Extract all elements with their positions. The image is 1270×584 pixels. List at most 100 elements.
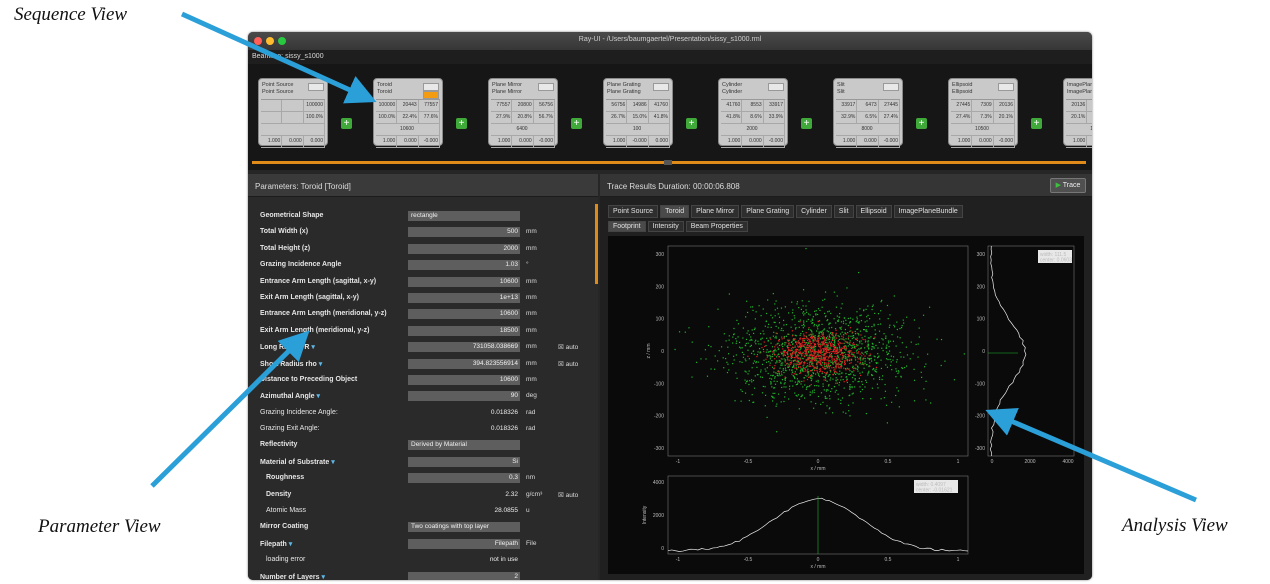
add-element-button[interactable]: + [1031,118,1042,129]
bottom-y-axis-label: Intensity [642,505,648,524]
scatter-point [852,374,855,376]
element-tab[interactable]: ImagePlaneBundle [893,205,963,218]
scatter-point [825,412,827,414]
scatter-point [772,355,774,358]
sequence-card[interactable]: Cylinder Cylinder 41760 8553 33917 41.8% 8.6% 3… [718,78,788,148]
parameter-row: Grazing Incidence Angle 1.03 ° [248,257,598,273]
add-element-button[interactable]: + [801,118,812,129]
plot-subtab[interactable]: Footprint [608,221,646,232]
element-toggle[interactable] [308,83,324,91]
beamline-tab[interactable]: Beamline: sissy_s1000 [252,53,324,60]
parameter-value[interactable]: 500 [408,227,520,238]
scatter-point [763,351,765,353]
element-tab[interactable]: Plane Grating [741,205,795,218]
add-element-button[interactable]: + [916,118,927,129]
scatter-point [726,371,729,374]
parameter-value[interactable]: 394.823556914 [408,358,520,369]
scatter-point [874,312,876,315]
auto-checkbox[interactable]: ☒ auto [558,343,578,351]
scatter-point [903,322,905,324]
scatter-point [746,300,748,302]
sequence-card[interactable]: Toroid Toroid 100000 20443 77557 100.0% 22.4% 7… [373,78,443,148]
parameter-value[interactable]: 10600 [408,374,520,385]
sequence-card[interactable]: Point Source Point Source 100000 100.0% 1.00… [258,78,328,148]
plot-subtab[interactable]: Intensity [647,221,684,232]
info-icon[interactable]: ▾ [320,574,325,580]
parameter-value[interactable]: 1e+13 [408,292,520,303]
info-icon[interactable]: ▾ [329,459,335,466]
element-toggle[interactable] [883,83,899,91]
add-element-button[interactable]: + [341,118,352,129]
sequence-card[interactable]: Plane Mirror Plane Mirror 77557 20800 56756 2… [488,78,558,148]
scatter-point [913,400,916,402]
splitter-handle[interactable] [664,160,672,165]
parameter-value[interactable]: 2000 [408,243,520,254]
element-tab[interactable]: Plane Mirror [691,205,740,218]
parameter-value[interactable]: 18500 [408,325,520,336]
add-element-button[interactable]: + [571,118,582,129]
stat-cell: 0.000 [304,136,325,147]
auto-checkbox[interactable]: ☒ auto [558,491,578,499]
element-toggle[interactable] [653,83,669,91]
scatter-point [798,349,800,351]
parameter-value[interactable]: 90 [408,391,520,402]
scatter-point [781,378,784,381]
sequence-card[interactable]: Plane Grating Plane Grating 56756 14986 4176… [603,78,673,148]
parameter-value[interactable]: Derived by Material [408,440,520,451]
scatter-point [841,363,843,365]
plot-subtab[interactable]: Beam Properties [685,221,748,232]
parameter-value[interactable]: Filepath [408,538,520,549]
scatter-point [830,356,832,358]
parameter-value[interactable]: rectangle [408,211,520,221]
scatter-point [833,337,835,339]
element-toggle[interactable] [538,83,554,91]
add-element-button[interactable]: + [456,118,467,129]
parameter-value[interactable]: Si [408,456,520,467]
parameter-scrollbar[interactable] [595,204,598,284]
element-toggle[interactable] [998,83,1014,91]
parameter-value[interactable]: 0.3 [408,473,520,484]
scatter-point [741,347,743,349]
scatter-point [845,345,847,347]
element-tab[interactable]: Toroid [660,205,690,218]
scatter-point [858,321,860,323]
element-toggle[interactable] [423,83,439,91]
element-tab[interactable]: Point Source [608,205,659,218]
element-tab[interactable]: Cylinder [796,205,832,218]
parameter-value[interactable]: 2 [408,571,520,580]
scatter-point [842,355,845,357]
parameter-value[interactable]: 10600 [408,276,520,287]
parameter-unit[interactable]: File [526,540,536,547]
parameter-value[interactable]: 731058.038669 [408,342,520,353]
element-tab[interactable]: Ellipsoid [855,205,892,218]
parameter-value[interactable]: 1.03 [408,260,520,271]
stat-cell [282,100,304,111]
info-icon[interactable]: ▾ [309,344,315,351]
sequence-card[interactable]: ImagePlaneImagePlane2013620.1%115001.000… [1063,78,1092,148]
auto-checkbox[interactable]: ☒ auto [558,360,578,368]
parameter-value[interactable]: 10600 [408,309,520,320]
element-toggle[interactable] [768,83,784,91]
scatter-point [905,365,908,367]
scatter-point [835,382,837,384]
scatter-point [815,345,817,348]
sequence-card[interactable]: Ellipsoid Ellipsoid 27445 7309 20136 27.4% 7.3… [948,78,1018,148]
parameter-row: Geometrical Shape rectangle [248,208,598,224]
scatter-point [824,397,827,399]
scatter-point [818,349,820,351]
scatter-point [897,390,899,392]
info-icon[interactable]: ▾ [317,361,323,368]
element-tab[interactable]: Slit [833,205,854,218]
add-element-button[interactable]: + [686,118,697,129]
scatter-point [775,350,777,352]
scatter-point [880,367,883,370]
scatter-point [772,353,774,355]
info-icon[interactable]: ▾ [315,393,321,400]
sequence-card[interactable]: Slit Slit 33917 6473 27445 32.9% 6.5% 27.4% 8000… [833,78,903,148]
scatter-point [790,354,792,356]
scatter-point [885,358,888,360]
scatter-point [838,350,841,352]
info-icon[interactable]: ▾ [287,541,293,548]
parameter-value[interactable]: Two coatings with top layer [408,522,520,533]
trace-button[interactable]: ▶ Trace [1050,178,1086,193]
